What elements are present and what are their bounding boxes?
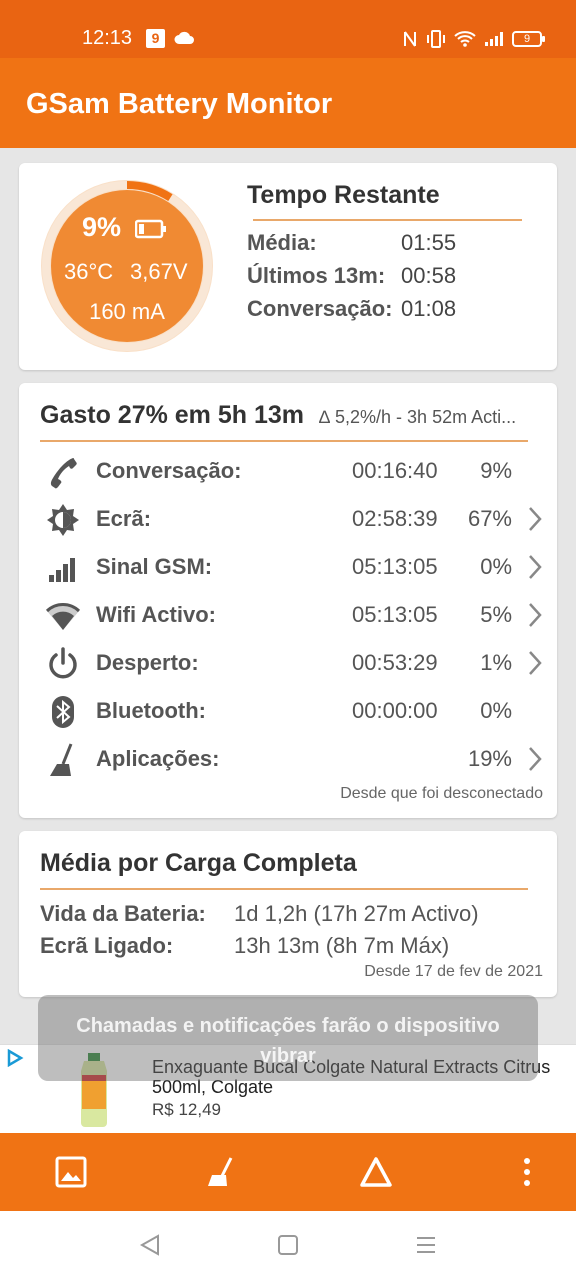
usage-time: 00:16:40 — [352, 458, 438, 483]
chevron-right-icon[interactable] — [528, 602, 542, 628]
usage-row-aplicacoes[interactable]: Aplicações: 19% — [19, 736, 557, 780]
average-charge-card: Média por Carga Completa Vida da Bateria… — [19, 831, 557, 997]
notification-badge-icon: 9 — [146, 29, 165, 48]
tempo-value: 01:08 — [401, 296, 457, 321]
tempo-label: Conversação: — [247, 296, 393, 321]
brightness-icon — [47, 504, 79, 536]
usage-time: 00:00:00 — [352, 698, 438, 723]
app-bar: GSam Battery Monitor — [0, 58, 576, 148]
wifi-icon — [45, 603, 81, 630]
divider — [253, 219, 522, 221]
usage-row-sinal-gsm[interactable]: Sinal GSM: 05:13:05 0% — [19, 544, 557, 588]
usage-row-wifi[interactable]: Wifi Activo: 05:13:05 5% — [19, 592, 557, 636]
usage-row-desperto[interactable]: Desperto: 00:53:29 1% — [19, 640, 557, 684]
usage-label: Sinal GSM: — [96, 554, 213, 579]
battery-summary-card[interactable]: 9% 36°C 3,67V 160 mA Tempo Restante Médi… — [19, 163, 557, 370]
usage-row-conversacao[interactable]: Conversação: 00:16:40 9% — [19, 448, 557, 492]
divider — [40, 888, 528, 890]
media-value: 13h 13m (8h 7m Máx) — [234, 933, 450, 958]
home-icon[interactable] — [276, 1233, 300, 1257]
usage-footer: Desde que foi desconectado — [340, 785, 543, 802]
usage-row-ecra[interactable]: Ecrã: 02:58:39 67% — [19, 496, 557, 540]
toast-message: Chamadas e notificações farão o disposit… — [38, 995, 538, 1081]
vibrate-icon — [427, 30, 445, 48]
usage-percent: 67% — [467, 506, 512, 531]
battery-icon — [135, 219, 166, 239]
more-vert-icon[interactable] — [510, 1155, 544, 1189]
bluetooth-icon — [52, 696, 74, 728]
usage-percent: 19% — [467, 746, 512, 771]
usage-label: Conversação: — [96, 458, 242, 483]
chevron-right-icon[interactable] — [528, 506, 542, 532]
usage-time: 05:13:05 — [352, 554, 438, 579]
status-time: 12:13 — [82, 27, 133, 49]
usage-percent: 0% — [480, 698, 512, 723]
media-label: Ecrã Ligado: — [40, 933, 174, 958]
tempo-row: Últimos 13m: 00:58 — [247, 263, 456, 289]
back-icon[interactable] — [138, 1233, 162, 1257]
usage-time: 02:58:39 — [352, 506, 438, 531]
media-value: 1d 1,2h (17h 27m Activo) — [234, 901, 479, 926]
tempo-row: Conversação: 01:08 — [247, 296, 456, 322]
signal-status-icon — [485, 32, 503, 46]
tempo-label: Últimos 13m: — [247, 263, 386, 288]
system-nav-bar — [0, 1211, 576, 1280]
status-bar: 12:13 9 9 — [0, 0, 576, 58]
tempo-value: 01:55 — [401, 230, 457, 255]
media-row: Ecrã Ligado: 13h 13m (8h 7m Máx) — [40, 933, 449, 959]
battery-percent: 9% — [82, 212, 122, 242]
battery-status-icon: 9 — [512, 31, 545, 47]
broom-icon — [50, 743, 73, 776]
ad-price: R$ 12,49 — [152, 1100, 221, 1119]
chevron-right-icon[interactable] — [528, 650, 542, 676]
usage-percent: 5% — [480, 602, 512, 627]
battery-voltage: 3,67V — [130, 259, 188, 284]
phone-icon — [50, 458, 77, 489]
recents-icon[interactable] — [414, 1233, 438, 1257]
usage-label: Desperto: — [96, 650, 199, 675]
broom-tool-icon[interactable] — [204, 1155, 238, 1189]
battery-gauge[interactable]: 9% 36°C 3,67V 160 mA — [38, 177, 216, 355]
usage-card: Gasto 27% em 5h 13m ∆ 5,2%/h - 3h 52m Ac… — [19, 383, 557, 818]
signal-icon — [49, 558, 75, 582]
usage-percent: 0% — [480, 554, 512, 579]
tempo-restante-title: Tempo Restante — [247, 181, 440, 209]
usage-title: Gasto 27% em 5h 13m — [40, 401, 305, 429]
usage-row-bluetooth[interactable]: Bluetooth: 00:00:00 0% — [19, 688, 557, 732]
media-footer: Desde 17 de fev de 2021 — [364, 963, 543, 980]
app-title: GSam Battery Monitor — [26, 88, 333, 120]
usage-percent: 9% — [480, 458, 512, 483]
delta-icon[interactable] — [359, 1155, 393, 1189]
wifi-status-icon — [454, 31, 476, 47]
usage-label: Wifi Activo: — [96, 602, 216, 627]
chevron-right-icon[interactable] — [528, 746, 542, 772]
adchoices-icon[interactable] — [6, 1049, 24, 1067]
usage-label: Bluetooth: — [96, 698, 206, 723]
usage-label: Aplicações: — [96, 746, 220, 771]
usage-time: 00:53:29 — [352, 650, 438, 675]
media-label: Vida da Bateria: — [40, 901, 206, 926]
divider — [40, 440, 528, 442]
tempo-row: Média: 01:55 — [247, 230, 456, 256]
battery-current: 160 mA — [89, 299, 165, 324]
battery-temperature: 36°C — [64, 259, 114, 284]
usage-time: 05:13:05 — [352, 602, 438, 627]
media-title: Média por Carga Completa — [40, 849, 357, 877]
cloud-icon — [174, 31, 194, 44]
usage-subtitle: ∆ 5,2%/h - 3h 52m Acti... — [319, 407, 517, 427]
power-icon — [49, 647, 77, 679]
chevron-right-icon[interactable] — [528, 554, 542, 580]
nfc-icon — [404, 31, 416, 47]
media-row: Vida da Bateria: 1d 1,2h (17h 27m Activo… — [40, 901, 479, 927]
tempo-label: Média: — [247, 230, 317, 255]
bottom-toolbar — [0, 1133, 576, 1211]
image-icon[interactable] — [54, 1155, 88, 1189]
usage-label: Ecrã: — [96, 506, 152, 531]
tempo-value: 00:58 — [401, 263, 457, 288]
usage-percent: 1% — [480, 650, 512, 675]
